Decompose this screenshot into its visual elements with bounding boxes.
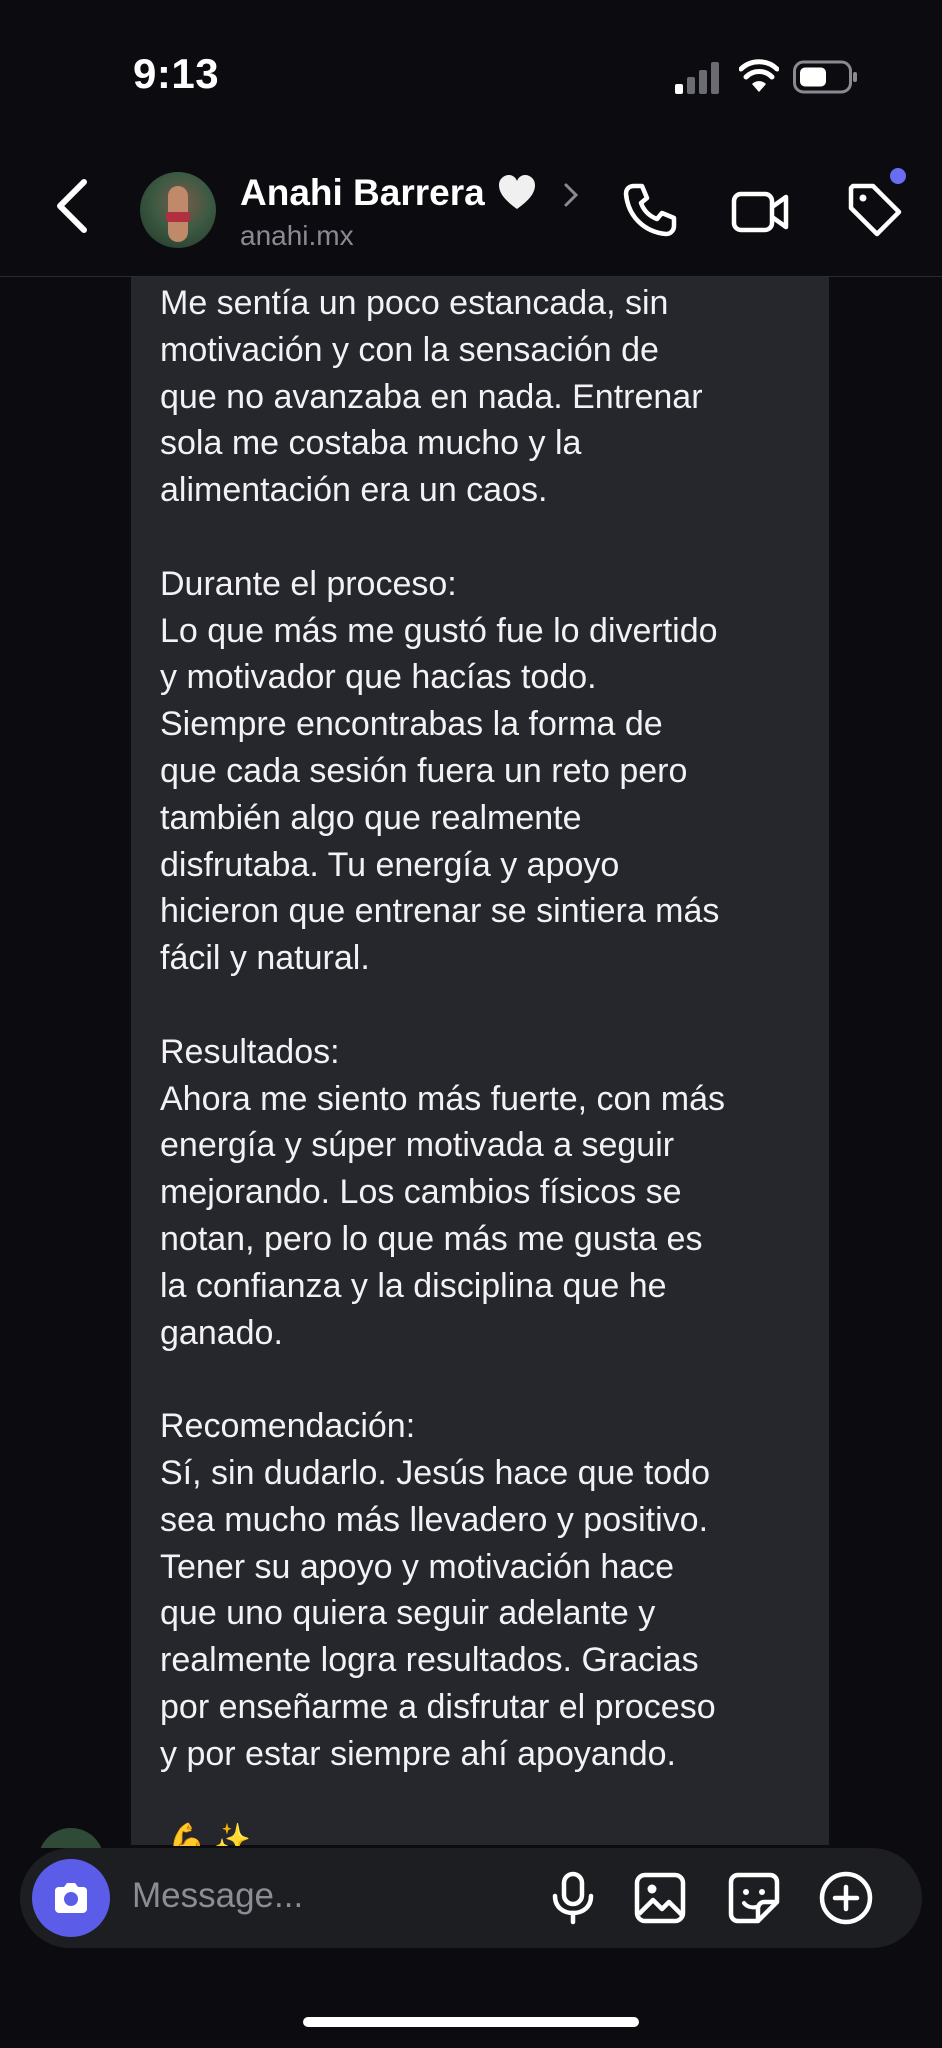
message-input[interactable]: Message... (132, 1876, 303, 1916)
cellular-signal-icon (675, 62, 719, 94)
tag-icon[interactable] (845, 180, 905, 240)
status-bar: 9:13 (0, 0, 942, 150)
white-heart-icon (498, 175, 535, 209)
status-time: 9:13 (133, 50, 220, 97)
contact-name: Anahi Barrera (240, 172, 485, 213)
chevron-right-icon[interactable] (563, 182, 579, 208)
contact-name-row[interactable]: Anahi Barrera (240, 170, 537, 216)
camera-icon (55, 1883, 87, 1913)
avatar[interactable] (140, 172, 216, 248)
gallery-icon[interactable] (632, 1870, 688, 1926)
phone-icon[interactable] (620, 180, 680, 240)
sender-avatar (38, 1828, 104, 1848)
microphone-icon[interactable] (545, 1870, 601, 1926)
plus-icon[interactable] (818, 1870, 874, 1926)
sticker-icon[interactable] (726, 1870, 782, 1926)
message-text: Me sentía un poco estancada, sin motivac… (160, 284, 726, 1773)
video-camera-icon[interactable] (730, 182, 790, 242)
message-emoji: 💪 ✨ (168, 1823, 252, 1846)
back-chevron-icon[interactable] (50, 178, 96, 234)
contact-username[interactable]: anahi.mx (240, 220, 354, 252)
wifi-icon (739, 59, 779, 92)
camera-button[interactable] (32, 1859, 110, 1937)
battery-icon (793, 60, 857, 94)
notification-dot (890, 168, 906, 184)
home-indicator[interactable] (303, 2017, 639, 2027)
